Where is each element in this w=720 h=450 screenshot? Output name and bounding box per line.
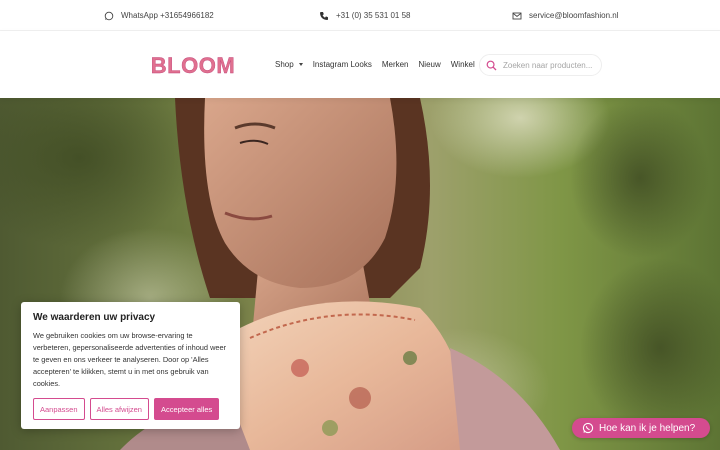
site-header: BLOOM Shop Instagram Looks Merken Nieuw … [0, 31, 720, 98]
nav-merken[interactable]: Merken [382, 60, 409, 69]
main-nav: Shop Instagram Looks Merken Nieuw Winkel [275, 31, 475, 98]
bloom-logo[interactable]: BLOOM [148, 53, 238, 77]
customize-button[interactable]: Aanpassen [33, 398, 85, 420]
help-label: Hoe kan ik je helpen? [599, 422, 696, 434]
nav-nieuw-label: Nieuw [418, 60, 441, 69]
nav-nieuw[interactable]: Nieuw [419, 60, 441, 69]
nav-winkel-label: Winkel [450, 60, 475, 69]
phone-icon [319, 11, 329, 21]
phone-contact[interactable]: +31 (0) 35 531 01 58 [319, 0, 411, 31]
whatsapp-help-button[interactable]: Hoe kan ik je helpen? [572, 418, 710, 438]
phone-number: +31 (0) 35 531 01 58 [336, 11, 411, 20]
nav-instagram-looks[interactable]: Instagram Looks [313, 60, 372, 69]
search-icon[interactable] [486, 60, 497, 71]
search-input[interactable] [503, 60, 598, 70]
email-address: service@bloomfashion.nl [529, 11, 619, 20]
chevron-down-icon [298, 63, 303, 66]
nav-winkel[interactable]: Winkel [451, 60, 475, 69]
whatsapp-icon [582, 422, 594, 434]
nav-instagram-looks-label: Instagram Looks [312, 60, 372, 69]
nav-shop-label: Shop [275, 60, 294, 69]
search-box [479, 54, 602, 76]
cookie-consent-dialog: We waarderen uw privacy We gebruiken coo… [21, 302, 240, 429]
whatsapp-contact[interactable]: WhatsApp +31654966182 [104, 0, 214, 31]
email-contact[interactable]: service@bloomfashion.nl [512, 0, 619, 31]
whatsapp-icon [104, 11, 114, 21]
cookie-buttons: Aanpassen Alles afwijzen Accepteer alles [33, 398, 220, 420]
reject-all-button[interactable]: Alles afwijzen [89, 398, 149, 420]
accept-all-button[interactable]: Accepteer alles [153, 398, 220, 420]
contact-bar: WhatsApp +31654966182 +31 (0) 35 531 01 … [0, 0, 720, 31]
cookie-text: We gebruiken cookies om uw browse-ervari… [33, 331, 227, 388]
mail-icon [512, 11, 522, 21]
cookie-title: We waarderen uw privacy [33, 312, 156, 323]
whatsapp-number: WhatsApp +31654966182 [121, 11, 214, 20]
svg-text:BLOOM: BLOOM [151, 53, 235, 77]
nav-merken-label: Merken [381, 60, 409, 69]
nav-shop[interactable]: Shop [275, 60, 303, 69]
